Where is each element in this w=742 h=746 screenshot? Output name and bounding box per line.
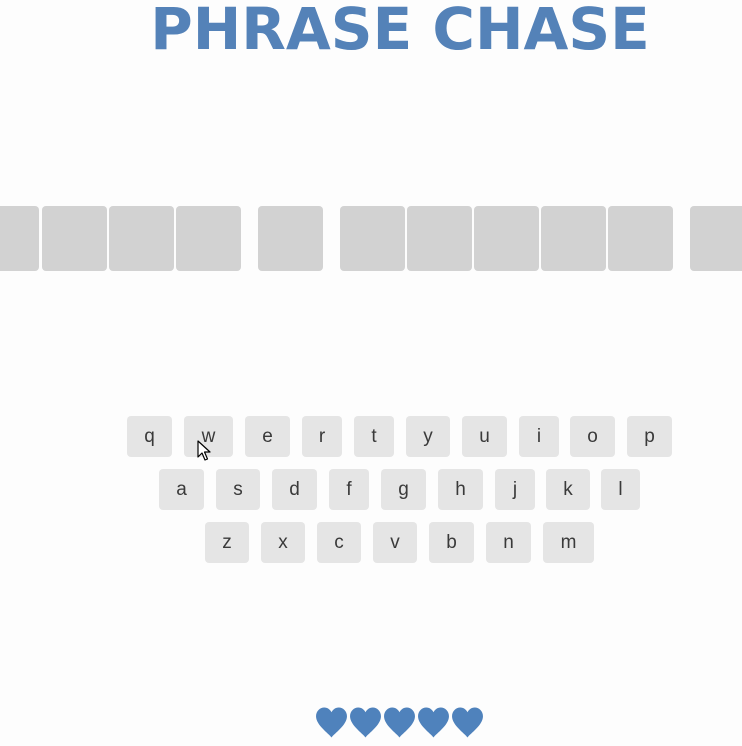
key-q[interactable]: q — [127, 416, 172, 457]
key-s[interactable]: s — [216, 469, 260, 510]
heart-icon — [418, 707, 449, 738]
key-a[interactable]: a — [159, 469, 204, 510]
key-p[interactable]: p — [627, 416, 672, 457]
key-t[interactable]: t — [354, 416, 394, 457]
letter-tile — [176, 206, 241, 271]
key-c[interactable]: c — [317, 522, 361, 563]
key-f[interactable]: f — [329, 469, 369, 510]
key-z[interactable]: z — [205, 522, 249, 563]
key-l[interactable]: l — [601, 469, 640, 510]
mouse-cursor-icon — [197, 440, 211, 461]
heart-icon — [350, 707, 381, 738]
heart-icon — [316, 707, 347, 738]
key-r[interactable]: r — [302, 416, 342, 457]
letter-tile — [608, 206, 673, 271]
key-x[interactable]: x — [261, 522, 305, 563]
letter-tile — [541, 206, 606, 271]
key-b[interactable]: b — [429, 522, 474, 563]
heart-icon — [452, 707, 483, 738]
key-h[interactable]: h — [438, 469, 483, 510]
letter-tile — [258, 206, 323, 271]
key-e[interactable]: e — [245, 416, 290, 457]
key-m[interactable]: m — [543, 522, 594, 563]
key-k[interactable]: k — [546, 469, 590, 510]
game-title: PHRASE CHASE — [150, 0, 650, 63]
key-n[interactable]: n — [486, 522, 531, 563]
key-v[interactable]: v — [373, 522, 417, 563]
key-d[interactable]: d — [272, 469, 317, 510]
key-y[interactable]: y — [406, 416, 450, 457]
key-g[interactable]: g — [381, 469, 426, 510]
key-i[interactable]: i — [519, 416, 559, 457]
key-o[interactable]: o — [570, 416, 615, 457]
heart-icon — [384, 707, 415, 738]
letter-tile — [407, 206, 472, 271]
letter-tile — [474, 206, 539, 271]
letter-tile — [109, 206, 174, 271]
letter-tile — [340, 206, 405, 271]
letter-tile — [0, 206, 39, 271]
key-j[interactable]: j — [495, 469, 535, 510]
letter-tile — [42, 206, 107, 271]
key-u[interactable]: u — [462, 416, 507, 457]
letter-tile — [690, 206, 742, 271]
